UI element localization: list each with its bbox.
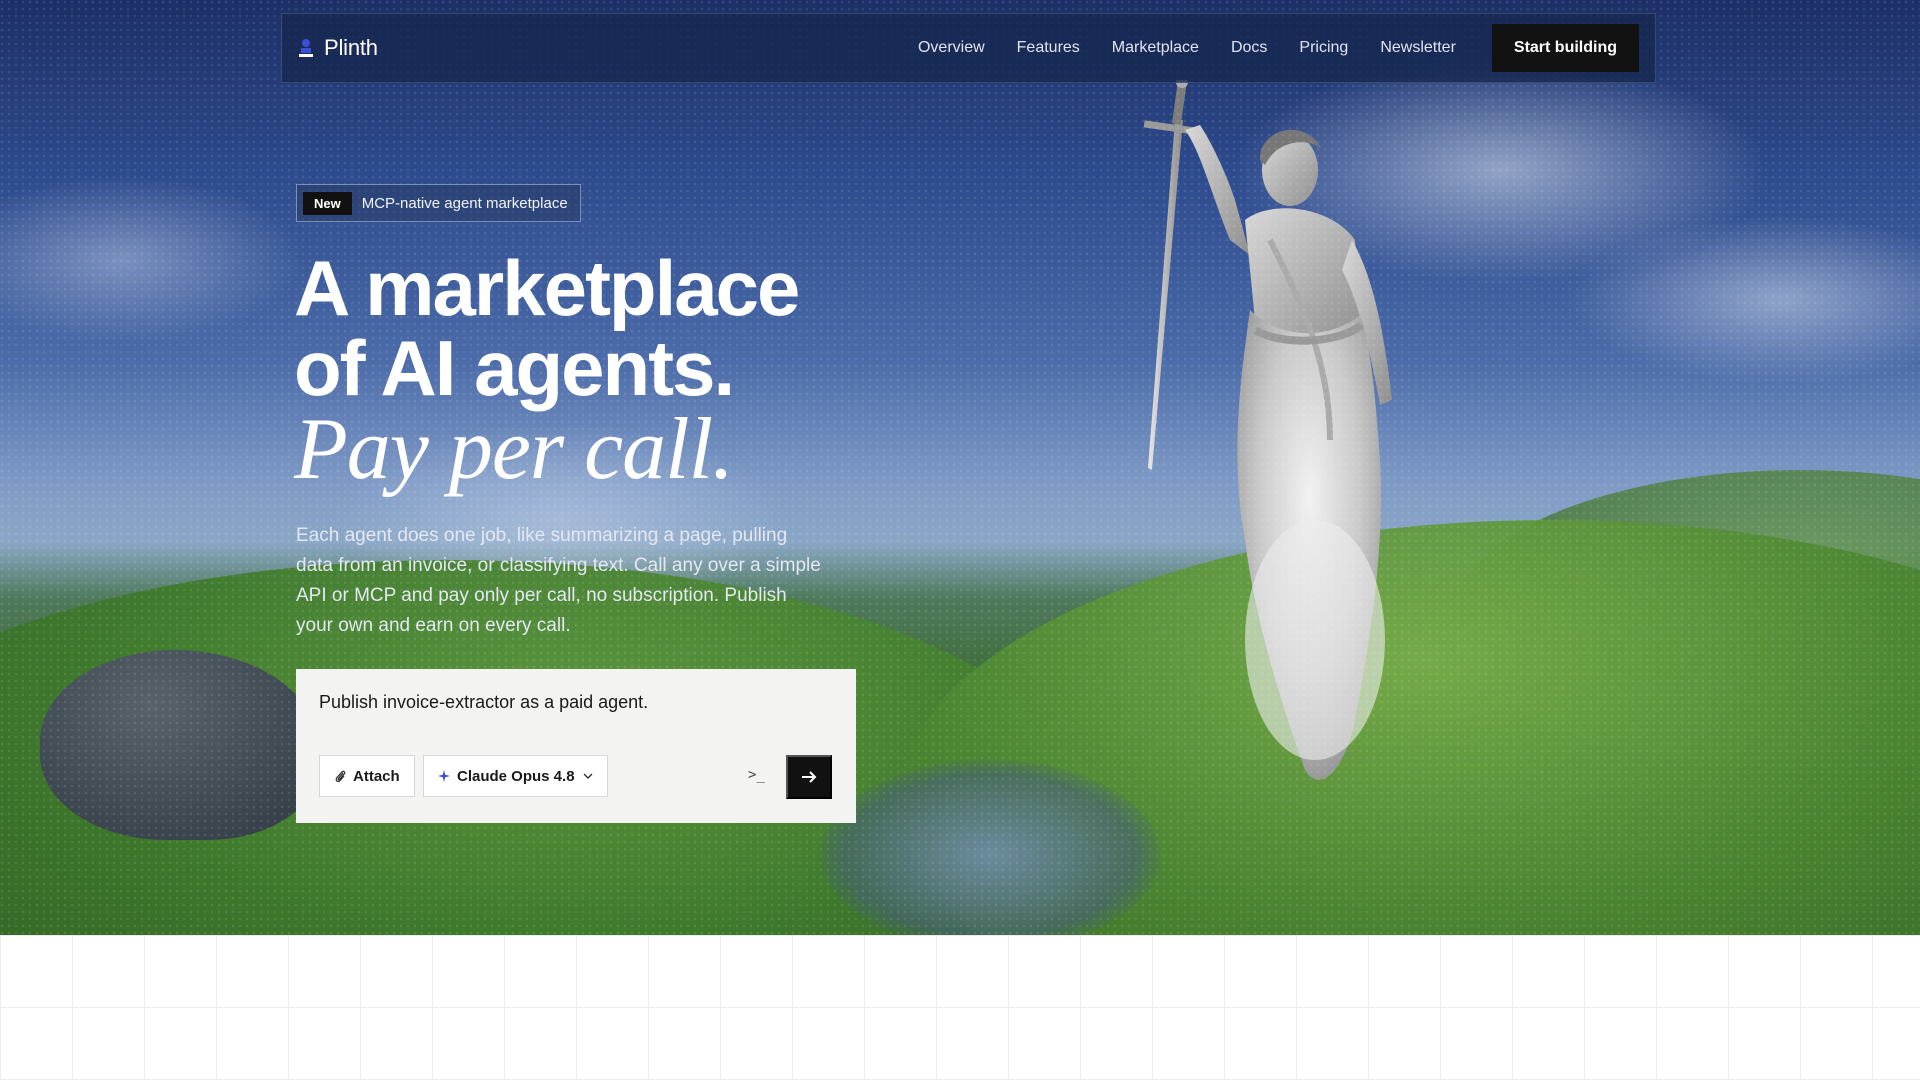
nav-link-overview[interactable]: Overview [918,39,985,57]
hero-background [0,0,1920,935]
nav-link-docs[interactable]: Docs [1231,39,1267,57]
hero-headline: A marketplace of AI agents. Pay per call… [294,244,800,498]
model-label: Claude Opus 4.8 [457,767,575,785]
plinth-logo-icon [299,39,313,57]
hero-subtext: Each agent does one job, like summarizin… [296,525,821,636]
arrow-right-icon [802,771,817,783]
paperclip-icon [335,770,346,783]
attach-button[interactable]: Attach [319,755,415,797]
top-navbar: Plinth Overview Features Marketplace Doc… [281,13,1656,83]
headline-line-2: of AI agents. [294,324,735,412]
start-building-button[interactable]: Start building [1491,24,1639,72]
nav-link-marketplace[interactable]: Marketplace [1112,39,1199,57]
sparkle-icon [438,770,450,782]
headline-line-1: A marketplace [294,244,800,332]
brand-name: Plinth [324,35,378,60]
nav-links: Overview Features Marketplace Docs Prici… [886,24,1639,72]
model-selector[interactable]: Claude Opus 4.8 [423,755,608,797]
send-button[interactable] [786,755,832,799]
headline-italic: Pay per call. [294,401,734,498]
chevron-down-icon [583,773,593,779]
nav-link-pricing[interactable]: Pricing [1299,39,1348,57]
prompt-input[interactable]: Publish invoice-extractor as a paid agen… [319,692,648,713]
brand[interactable]: Plinth [298,35,378,61]
nav-link-features[interactable]: Features [1017,39,1080,57]
announcement-badge[interactable]: New MCP-native agent marketplace [296,184,581,222]
grid-section [0,935,1920,1080]
new-tag: New [303,191,352,215]
attach-label: Attach [353,767,400,785]
dot-matrix-overlay [0,0,1920,935]
nav-link-newsletter[interactable]: Newsletter [1380,39,1456,57]
badge-text: MCP-native agent marketplace [361,194,568,212]
prompt-card: Publish invoice-extractor as a paid agen… [296,669,856,823]
terminal-icon[interactable]: >_ [748,767,765,783]
